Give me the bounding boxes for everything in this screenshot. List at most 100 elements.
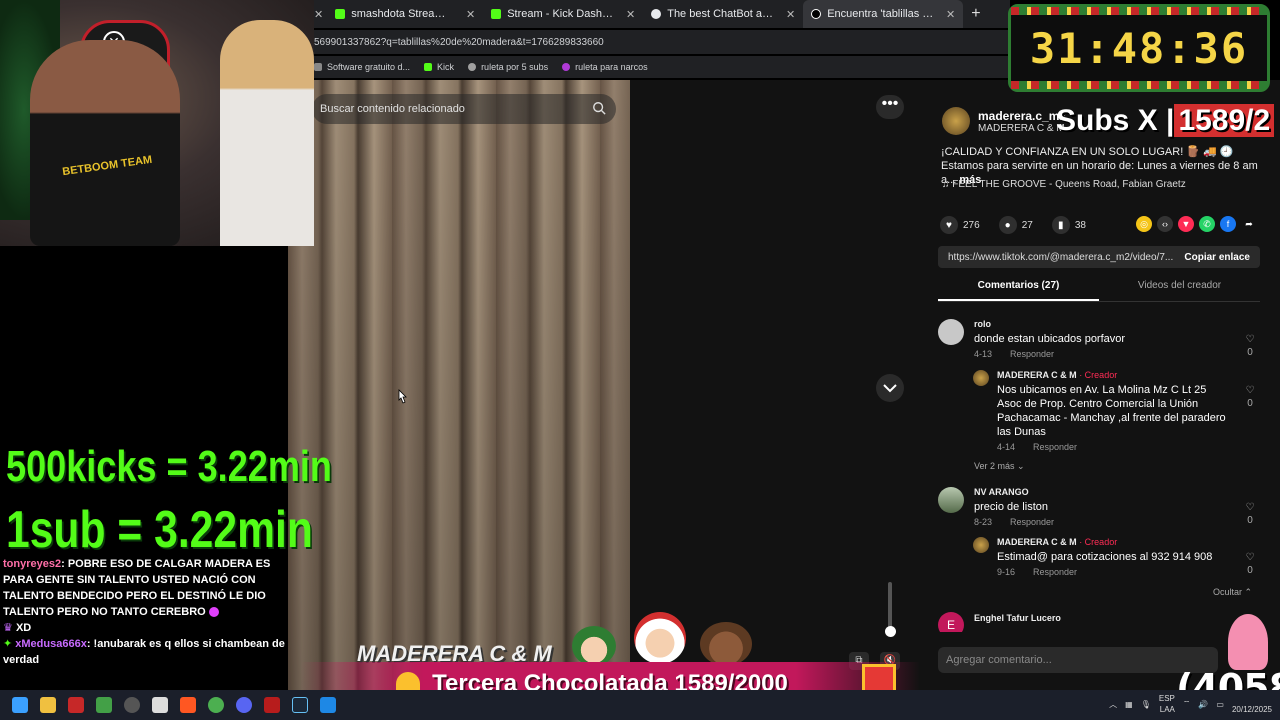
garland-decoration <box>1011 81 1267 89</box>
reply-like-icon[interactable]: ♡ 0 <box>1243 552 1257 576</box>
comment-user[interactable]: NV ARANGO <box>974 487 1224 497</box>
browser-tab[interactable]: smashdota Stream - Watch Live✕ <box>327 0 483 28</box>
brave-icon[interactable] <box>180 697 196 713</box>
reply-like-icon[interactable]: ♡ 0 <box>1243 385 1257 409</box>
see-more-replies[interactable]: Ver 2 más ⌄ <box>974 461 1025 472</box>
chat-message: tonyreyes2: POBRE ESO DE CALGAR MADERA E… <box>3 556 300 620</box>
reply-user[interactable]: MADERERA C & M <box>997 370 1077 380</box>
reply-avatar[interactable] <box>973 537 989 553</box>
coin-icon[interactable]: ◎ <box>1136 216 1152 232</box>
close-icon[interactable]: ✕ <box>466 8 475 21</box>
comment-date: 8-23 <box>974 517 993 527</box>
tiktok-icon <box>811 9 822 19</box>
chat-message: ♛ XD <box>3 620 300 636</box>
creator-header[interactable]: maderera.c_m2 MADERERA C & M <box>942 107 1066 135</box>
kick-icon <box>491 9 502 19</box>
bookmark-item[interactable]: Kick <box>424 62 454 72</box>
comment-avatar[interactable] <box>938 319 964 345</box>
volume-icon[interactable]: 🔊 <box>1198 700 1208 709</box>
more-options-icon[interactable]: ••• <box>876 95 904 119</box>
comment-like-icon[interactable]: ♡ 0 <box>1243 502 1257 526</box>
comment-avatar[interactable] <box>938 487 964 513</box>
reply-button[interactable]: Responder <box>1010 349 1054 359</box>
mic-icon[interactable]: 🎙 <box>1141 700 1151 709</box>
reply-date: 9-16 <box>997 567 1016 577</box>
network-icon[interactable]: ▦ <box>1125 700 1133 709</box>
bookmark-item[interactable]: ruleta por 5 subs <box>468 62 548 72</box>
comment-user[interactable]: rolo <box>974 319 1224 329</box>
comment-user[interactable]: Enghel Tafur Lucero <box>974 613 1224 623</box>
close-icon[interactable]: ✕ <box>626 8 635 21</box>
clock[interactable]: 20/12/2025 <box>1232 693 1272 715</box>
chevron-up-icon[interactable]: ︿ <box>1109 699 1117 710</box>
hide-text[interactable]: Ocultar <box>1213 587 1242 597</box>
see-more-text[interactable]: Ver 2 más <box>974 461 1015 471</box>
music-link[interactable]: ♫ FEEL THE GROOVE - Queens Road, Fabian … <box>942 179 1186 190</box>
browser-tab[interactable]: Stream - Kick Dashboard✕ <box>483 0 643 28</box>
like-icon[interactable]: ♥ <box>940 216 958 234</box>
next-video-button[interactable] <box>876 374 904 402</box>
tab-creator-videos[interactable]: Videos del creador <box>1099 280 1260 301</box>
chat-user[interactable]: tonyreyes2 <box>3 558 61 570</box>
share-icons: ◎ ‹› ▼ ✆ f ➦ <box>1136 216 1257 232</box>
share-arrow-icon[interactable]: ➦ <box>1241 216 1257 232</box>
search-icon[interactable] <box>592 101 606 115</box>
reply-like-count: 0 <box>1247 565 1253 576</box>
windows-start-icon[interactable] <box>12 697 28 713</box>
language-indicator[interactable]: ESP LAA <box>1159 693 1175 715</box>
wheel-icon <box>562 63 571 71</box>
chat-user[interactable]: xMedusa666x <box>15 638 87 650</box>
copy-link-button[interactable]: Copiar enlace <box>1184 252 1250 263</box>
video-player[interactable] <box>288 80 630 690</box>
tab-comments[interactable]: Comentarios (27) <box>938 280 1099 301</box>
add-comment-placeholder: Agregar comentario... <box>946 654 1052 666</box>
reply-button[interactable]: Responder <box>1033 442 1077 452</box>
video-link[interactable]: https://www.tiktok.com/@maderera.c_m2/vi… <box>948 252 1173 263</box>
facebook-icon[interactable]: f <box>1220 216 1236 232</box>
play-icon[interactable] <box>96 697 112 713</box>
bookmark-item[interactable]: ruleta para narcos <box>562 62 648 72</box>
address-bar[interactable]: 569901337862?q=tablillas%20de%20madera&t… <box>310 30 1010 54</box>
close-icon[interactable]: ✕ <box>786 8 795 21</box>
related-search-input[interactable]: Buscar contenido relacionado <box>312 94 616 124</box>
whatsapp-icon[interactable]: ✆ <box>1199 216 1215 232</box>
bookmark-item[interactable]: Software gratuito d... <box>314 62 410 72</box>
discord-icon[interactable] <box>236 697 252 713</box>
valorant-icon[interactable] <box>264 697 280 713</box>
chrome-icon[interactable] <box>208 697 224 713</box>
music-title[interactable]: FEEL THE GROOVE - Queens Road, Fabian Gr… <box>952 179 1185 190</box>
app-blue-icon[interactable] <box>320 697 336 713</box>
reply-button[interactable]: Responder <box>1010 517 1054 527</box>
reply-avatar[interactable] <box>973 370 989 386</box>
comment-text: donde estan ubicados porfavor <box>974 333 1126 345</box>
comment-icon[interactable]: ● <box>998 216 1017 234</box>
emote-icon <box>208 607 219 618</box>
reply-user[interactable]: MADERERA C & M <box>997 537 1077 547</box>
reply-item: MADERERA C & M · Creador Nos ubicamos en… <box>973 370 1233 452</box>
bookmark-icon[interactable]: ▮ <box>1051 216 1070 234</box>
steam-icon[interactable] <box>292 697 308 713</box>
browser-tab[interactable]: The best ChatBot and Widgets✕ <box>643 0 803 28</box>
subs-goal: Subs X | 1589/2 <box>1056 104 1275 138</box>
send-icon[interactable]: ▼ <box>1178 216 1194 232</box>
hide-replies[interactable]: Ocultar ⌃ <box>1213 587 1252 598</box>
webcam-feed: ✕ BETBOOM TEAM <box>0 0 314 246</box>
browser-tab-active[interactable]: Encuentra 'tablillas de madera'✕ <box>803 0 964 28</box>
wifi-icon[interactable]: ⌔ <box>1183 699 1191 709</box>
embed-icon[interactable]: ‹› <box>1157 216 1173 232</box>
comment-like-icon[interactable]: ♡ 0 <box>1243 334 1257 358</box>
file-explorer-icon[interactable] <box>40 697 56 713</box>
close-icon[interactable]: ✕ <box>946 8 955 21</box>
volume-slider-knob[interactable] <box>885 626 896 637</box>
battery-icon[interactable]: ▭ <box>1216 700 1224 709</box>
obs-icon[interactable] <box>124 697 140 713</box>
url-text[interactable]: 569901337862?q=tablillas%20de%20madera&t… <box>314 37 604 48</box>
app-x-icon[interactable] <box>68 697 84 713</box>
reply-button[interactable]: Responder <box>1033 567 1077 577</box>
creator-avatar[interactable] <box>942 107 970 135</box>
app-window-icon[interactable] <box>152 697 168 713</box>
creator-handle[interactable]: maderera.c_m2 <box>978 109 1066 123</box>
santa-decoration <box>634 612 686 664</box>
chatbot-icon <box>651 9 662 19</box>
new-tab-icon[interactable]: + <box>963 5 988 23</box>
